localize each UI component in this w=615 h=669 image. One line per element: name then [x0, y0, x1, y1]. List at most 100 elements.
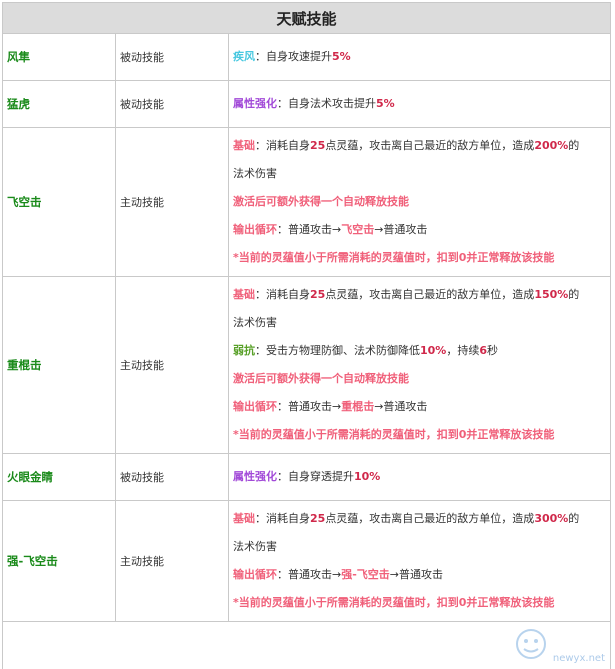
description-segment: ：普通攻击→ [277, 568, 342, 581]
skill-name-cell: 重棍击 [3, 276, 116, 454]
description-segment: *当前的灵蕴值小于所需消耗的灵蕴值时，扣到0并正常释放该技能 [233, 428, 555, 441]
skill-type-cell: 被动技能 [115, 453, 229, 501]
description-segment: →普通攻击 [374, 223, 428, 236]
skill-name-cell: 强-飞空击 [3, 500, 116, 622]
description-segment: ：消耗自身 [255, 288, 310, 301]
description-segment: ：自身法术攻击提升 [277, 97, 376, 110]
skill-name-cell: 风隼 [3, 34, 116, 81]
skill-name: 猛虎 [7, 97, 30, 111]
description-line: 输出循环：普通攻击→飞空击→普通攻击 [233, 216, 610, 244]
description-line: 法术伤害 [233, 160, 610, 188]
description-segment: 200% [534, 139, 569, 152]
description-segment: 6 [479, 344, 487, 357]
description-segment: 法术伤害 [233, 540, 277, 553]
skill-description-cell: 属性强化：自身穿透提升10% [228, 453, 610, 501]
description-segment: ：自身攻速提升 [255, 50, 332, 63]
skill-type: 主动技能 [120, 359, 164, 372]
skill-name: 重棍击 [7, 358, 42, 372]
description-segment: 点灵蕴，攻击离自己最近的敌方单位，造成 [325, 139, 535, 152]
description-segment: 激活后可额外获得一个自动释放技能 [233, 195, 409, 208]
description-line: 基础：消耗自身25点灵蕴，攻击离自己最近的敌方单位，造成300%的 [233, 505, 610, 533]
description-segment: 法术伤害 [233, 167, 277, 180]
description-segment: 秒 [487, 344, 498, 357]
description-line: 法术伤害 [233, 533, 610, 561]
description-segment: 5% [376, 97, 395, 110]
skill-type-cell: 主动技能 [115, 127, 229, 277]
description-segment: 点灵蕴，攻击离自己最近的敌方单位，造成 [325, 512, 535, 525]
table-row: 重棍击 主动技能 基础：消耗自身25点灵蕴，攻击离自己最近的敌方单位，造成150%的… [3, 276, 610, 454]
description-line: 输出循环：普通攻击→强-飞空击→普通攻击 [233, 561, 610, 589]
description-segment: 输出循环 [233, 223, 277, 236]
description-line: *当前的灵蕴值小于所需消耗的灵蕴值时，扣到0并正常释放该技能 [233, 421, 610, 449]
table-row: 猛虎 被动技能 属性强化：自身法术攻击提升5% [3, 80, 610, 128]
talent-skill-table: 天赋技能 风隼 被动技能 疾风：自身攻速提升5% 猛虎 被动技能 属性强化：自身法术攻击提… [2, 2, 611, 669]
skill-name: 强-飞空击 [7, 554, 58, 568]
description-line: 基础：消耗自身25点灵蕴，攻击离自己最近的敌方单位，造成200%的 [233, 132, 610, 160]
description-segment: →普通攻击 [374, 400, 428, 413]
table-row: 火眼金睛 被动技能 属性强化：自身穿透提升10% [3, 453, 610, 501]
description-segment: 基础 [233, 139, 255, 152]
description-line: *当前的灵蕴值小于所需消耗的灵蕴值时，扣到0并正常释放该技能 [233, 244, 610, 272]
table-title: 天赋技能 [3, 3, 610, 34]
table-row: 强-飞空击 主动技能 基础：消耗自身25点灵蕴，攻击离自己最近的敌方单位，造成300… [3, 500, 610, 622]
description-segment: →普通攻击 [389, 568, 444, 581]
description-line: 输出循环：普通攻击→重棍击→普通攻击 [233, 393, 610, 421]
skill-table: 风隼 被动技能 疾风：自身攻速提升5% 猛虎 被动技能 属性强化：自身法术攻击提升5% 飞空… [3, 34, 610, 622]
skill-type: 被动技能 [120, 51, 164, 64]
skill-type-cell: 主动技能 [115, 276, 229, 454]
skill-type: 被动技能 [120, 98, 164, 111]
skill-name-cell: 飞空击 [3, 127, 116, 277]
description-segment: 150% [534, 288, 569, 301]
description-segment: 基础 [233, 288, 255, 301]
description-segment: ：受击方物理防御、法术防御降低 [255, 344, 420, 357]
skill-name: 风隼 [7, 50, 30, 64]
table-row: 飞空击 主动技能 基础：消耗自身25点灵蕴，攻击离自己最近的敌方单位，造成200%的… [3, 127, 610, 277]
description-segment: 的 [568, 512, 580, 525]
skill-description-cell: 基础：消耗自身25点灵蕴，攻击离自己最近的敌方单位，造成150%的 法术伤害 弱抗：… [228, 276, 610, 454]
description-line: 基础：消耗自身25点灵蕴，攻击离自己最近的敌方单位，造成150%的 [233, 281, 610, 309]
skill-type: 被动技能 [120, 471, 164, 484]
skill-name: 火眼金睛 [7, 470, 53, 484]
skill-type-cell: 主动技能 [115, 500, 229, 622]
description-segment: *当前的灵蕴值小于所需消耗的灵蕴值时，扣到0并正常释放该技能 [233, 596, 555, 609]
skill-description-cell: 疾风：自身攻速提升5% [228, 34, 610, 81]
description-segment: 基础 [233, 512, 255, 525]
description-segment: ：普通攻击→ [277, 400, 342, 413]
skill-description-cell: 基础：消耗自身25点灵蕴，攻击离自己最近的敌方单位，造成300%的法术伤害输出循… [228, 500, 610, 622]
skill-description-cell: 基础：消耗自身25点灵蕴，攻击离自己最近的敌方单位，造成200%的法术伤害激活后… [228, 127, 610, 277]
skill-type: 主动技能 [120, 196, 164, 209]
description-segment: 点灵蕴，攻击离自己最近的敌方单位，造成 [325, 288, 535, 301]
description-segment: ：消耗自身 [255, 139, 310, 152]
description-segment: *当前的灵蕴值小于所需消耗的灵蕴值时，扣到0并正常释放该技能 [233, 251, 555, 264]
description-segment: 的 [568, 139, 580, 152]
description-line: 疾风：自身攻速提升5% [233, 34, 610, 80]
skill-type: 主动技能 [120, 555, 164, 568]
description-segment: 300% [534, 512, 569, 525]
description-segment: 疾风 [233, 50, 255, 63]
skill-description-cell: 属性强化：自身法术攻击提升5% [228, 80, 610, 128]
description-line: 属性强化：自身法术攻击提升5% [233, 81, 610, 127]
description-line: 激活后可额外获得一个自动释放技能 [233, 188, 610, 216]
description-segment: 输出循环 [233, 568, 277, 581]
skill-type-cell: 被动技能 [115, 34, 229, 81]
skill-name: 飞空击 [7, 195, 42, 209]
description-segment: 10% [354, 470, 381, 483]
description-segment: 激活后可额外获得一个自动释放技能 [233, 372, 409, 385]
description-line: *当前的灵蕴值小于所需消耗的灵蕴值时，扣到0并正常释放该技能 [233, 589, 610, 617]
skill-name-cell: 火眼金睛 [3, 453, 116, 501]
description-segment: 25 [310, 512, 326, 525]
description-segment: 强-飞空击 [341, 568, 390, 581]
description-segment: 的 [568, 288, 580, 301]
description-segment: 25 [310, 139, 326, 152]
skill-name-cell: 猛虎 [3, 80, 116, 128]
description-segment: ，持续 [446, 344, 480, 357]
description-segment: 属性强化 [233, 470, 277, 483]
description-segment: 25 [310, 288, 326, 301]
description-segment: 飞空击 [341, 223, 375, 236]
description-segment: 属性强化 [233, 97, 277, 110]
description-segment: 5% [332, 50, 351, 63]
skill-type-cell: 被动技能 [115, 80, 229, 128]
description-segment: 输出循环 [233, 400, 277, 413]
description-line: 法术伤害 [233, 309, 610, 337]
description-segment: ：消耗自身 [255, 512, 310, 525]
